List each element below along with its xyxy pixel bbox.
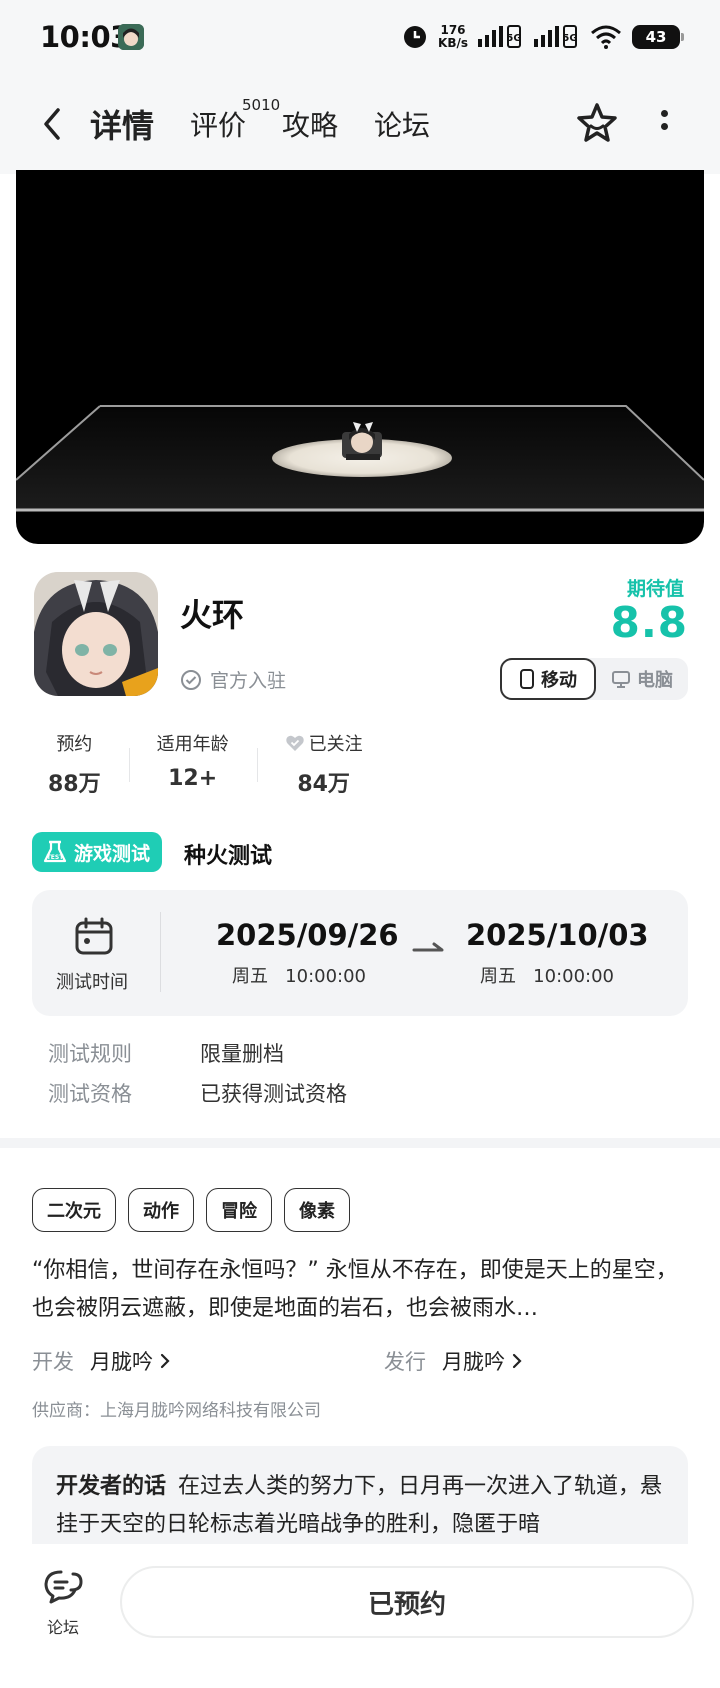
bottom-action-bar: 论坛 已预约 bbox=[0, 1544, 720, 1688]
status-bar: 10:03 176 KB/s 5G 5G 43 bbox=[0, 0, 720, 74]
svg-text:5G: 5G bbox=[562, 33, 577, 44]
tab-reviews[interactable]: 评价 bbox=[190, 104, 246, 144]
test-start-date: 2025/09/26 bbox=[216, 918, 399, 952]
svg-text:5G: 5G bbox=[506, 33, 521, 44]
test-icon: TEST bbox=[43, 840, 67, 863]
expect-value: 8.8 bbox=[610, 598, 688, 647]
alarm-icon bbox=[404, 26, 427, 48]
expect-label: 期待值 bbox=[626, 578, 684, 600]
stat-age-rating: 适用年龄 12+ bbox=[128, 730, 257, 800]
tab-forum[interactable]: 论坛 bbox=[374, 104, 430, 144]
wifi-icon bbox=[591, 25, 621, 49]
svg-text:TEST: TEST bbox=[47, 854, 65, 861]
test-start-time: 周五 10:00:00 bbox=[232, 966, 367, 987]
test-rule-row: 测试规则 限量删档 bbox=[48, 1042, 284, 1066]
stage-illustration bbox=[16, 405, 704, 512]
phone-icon bbox=[520, 669, 534, 689]
more-icon[interactable] bbox=[652, 104, 676, 144]
stat-followed[interactable]: 已关注 84万 bbox=[256, 730, 391, 800]
game-title: 火环 bbox=[180, 596, 245, 634]
tag-item[interactable]: 像素 bbox=[284, 1188, 350, 1232]
stats-row: 预约 88万 适用年龄 12+ 已关注 84万 bbox=[34, 730, 391, 800]
check-circle-icon bbox=[181, 669, 201, 690]
stat-reservations: 预约 88万 bbox=[48, 734, 101, 797]
tag-item[interactable]: 二次元 bbox=[32, 1188, 116, 1232]
signal-icon-2: 5G bbox=[534, 25, 578, 48]
back-icon[interactable] bbox=[36, 104, 72, 144]
platform-mobile-tab[interactable]: 移动 bbox=[500, 658, 596, 700]
heart-check-icon bbox=[285, 735, 304, 751]
tag-item[interactable]: 动作 bbox=[128, 1188, 194, 1232]
signal-icon: 5G bbox=[478, 25, 522, 48]
network-speed: 176 KB/s bbox=[438, 23, 468, 50]
platform-switch: 移动 电脑 bbox=[500, 658, 688, 700]
game-description[interactable]: “你相信，世间存在永恒吗？” 永恒从不存在，即使是天上的星空，也会被阴云遮蔽，即… bbox=[32, 1252, 688, 1328]
test-time-label: 测试时间 bbox=[56, 972, 128, 993]
developer-link[interactable]: 开发 月胧吟 bbox=[32, 1346, 171, 1376]
supplier-text: 供应商：上海月胧吟网络科技有限公司 bbox=[32, 1401, 321, 1421]
reserved-button[interactable]: 已预约 bbox=[120, 1566, 694, 1638]
media-video[interactable] bbox=[16, 170, 704, 544]
forum-button[interactable]: 论坛 bbox=[38, 1568, 88, 1638]
tag-item[interactable]: 冒险 bbox=[206, 1188, 272, 1232]
tag-list: 二次元 动作 冒险 像素 bbox=[32, 1188, 350, 1232]
status-time: 10:03 bbox=[40, 20, 130, 54]
tab-details[interactable]: 详情 bbox=[86, 101, 159, 147]
review-count: 5010 bbox=[242, 96, 281, 114]
battery-icon: 43 bbox=[632, 25, 684, 49]
top-nav: 详情 评价 5010 攻略 论坛 bbox=[0, 74, 720, 174]
publisher-link[interactable]: 发行 月胧吟 bbox=[384, 1346, 523, 1376]
favorite-star-icon[interactable] bbox=[574, 100, 620, 146]
notification-avatar-icon bbox=[118, 24, 144, 50]
tab-guides[interactable]: 攻略 bbox=[282, 104, 338, 144]
developer-words-title: 开发者的话 bbox=[56, 1474, 167, 1499]
game-icon bbox=[34, 572, 158, 696]
monitor-icon bbox=[612, 671, 630, 688]
official-badge: 官方入驻 bbox=[180, 666, 286, 693]
test-end-date: 2025/10/03 bbox=[466, 918, 649, 952]
arrow-right-icon bbox=[412, 942, 444, 952]
section-divider bbox=[0, 1138, 720, 1148]
calendar-icon bbox=[75, 917, 113, 955]
game-test-badge: TEST 游戏测试 bbox=[32, 832, 163, 872]
status-icons: 176 KB/s 5G 5G 43 bbox=[402, 18, 684, 56]
platform-pc-tab[interactable]: 电脑 bbox=[596, 658, 688, 700]
chevron-right-icon bbox=[512, 1353, 522, 1369]
forum-chat-icon bbox=[44, 1570, 83, 1604]
chevron-right-icon bbox=[160, 1353, 170, 1369]
divider bbox=[160, 912, 161, 992]
test-time-card: 测试时间 2025/09/26 周五 10:00:00 2025/10/03 周… bbox=[32, 890, 688, 1016]
test-end-time: 周五 10:00:00 bbox=[480, 966, 615, 987]
test-name: 种火测试 bbox=[184, 844, 273, 869]
test-qualification-row: 测试资格 已获得测试资格 bbox=[48, 1082, 347, 1106]
